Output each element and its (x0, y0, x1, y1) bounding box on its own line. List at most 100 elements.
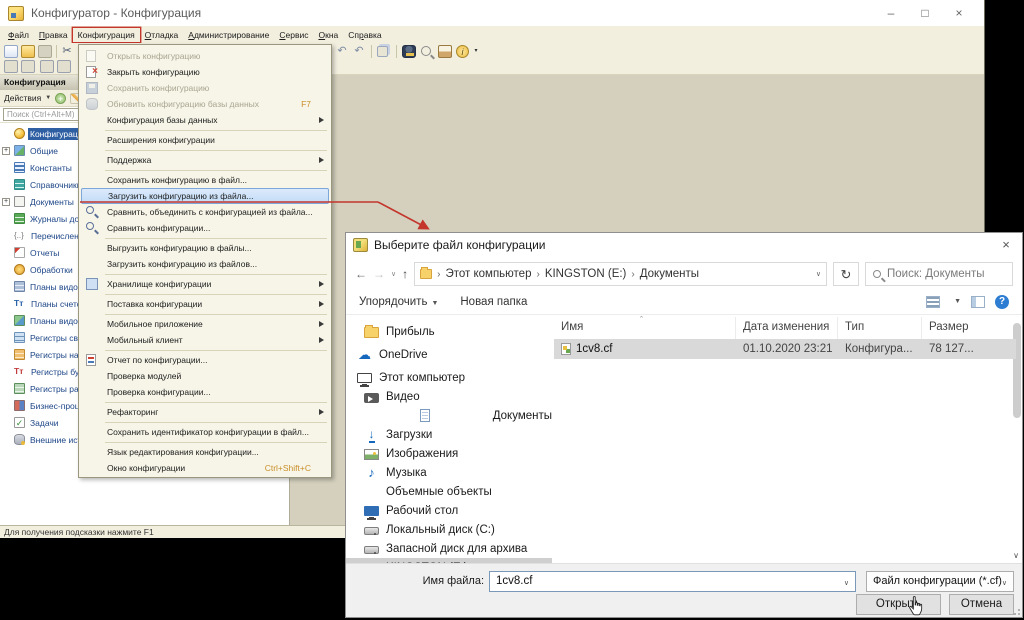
info-icon[interactable]: i (456, 45, 469, 58)
menu-item-compare-merge-with-file[interactable]: Сравнить, объединить с конфигурацией из … (79, 204, 331, 220)
minimize-icon[interactable]: – (874, 0, 908, 26)
new-document-icon[interactable] (4, 45, 18, 58)
undo-icon[interactable]: ↶ (335, 45, 349, 58)
help-book-icon[interactable] (438, 45, 452, 58)
menu-item-configuration-delivery[interactable]: Поставка конфигурации (79, 296, 331, 312)
menubar-item-file[interactable]: Файл (3, 28, 34, 42)
resize-grip[interactable] (1012, 607, 1020, 615)
nav-item-pribyl[interactable]: Прибыль (346, 322, 552, 341)
help-icon[interactable]: ? (995, 295, 1009, 309)
actions-dropdown-icon[interactable]: ▼ (45, 95, 51, 101)
menu-item-check-modules[interactable]: Проверка модулей (79, 368, 331, 384)
nav-item-desktop[interactable]: Рабочий стол (346, 501, 552, 520)
menubar-item-help[interactable]: Справка (343, 28, 386, 42)
filetype-select[interactable]: Файл конфигурации (*.cf) ∨ (866, 571, 1014, 592)
menu-item-mobile-application[interactable]: Мобильное приложение (79, 316, 331, 332)
nav-item-onedrive[interactable]: ☁OneDrive (346, 345, 552, 364)
column-header-name[interactable]: Имя (554, 317, 736, 339)
dialog-close-icon[interactable]: × (990, 233, 1022, 257)
menu-item-compare-configurations[interactable]: Сравнить конфигурации... (79, 220, 331, 236)
nav-item-3d-objects[interactable]: Объемные объекты (346, 482, 552, 501)
nav-item-videos[interactable]: Видео (346, 387, 552, 406)
recent-locations-icon[interactable]: ∨ (391, 270, 396, 278)
view-list-icon[interactable] (926, 296, 940, 308)
nav-item-local-disk-c[interactable]: Локальный диск (C:) (346, 520, 552, 539)
add-icon[interactable]: + (55, 93, 66, 104)
open-icon[interactable] (21, 45, 35, 58)
nav-item-this-pc[interactable]: Этот компьютер (346, 368, 552, 387)
database-table-icon[interactable] (40, 60, 54, 73)
expand-icon[interactable]: + (2, 147, 10, 155)
view-dropdown-icon[interactable]: ▼ (954, 298, 961, 305)
copy-windows-icon[interactable] (377, 46, 388, 57)
new-folder-button[interactable]: Новая папка (460, 296, 527, 308)
breadcrumb-documents[interactable]: Документы (640, 268, 699, 280)
menu-item-update-db-configuration[interactable]: Обновить конфигурацию базы данныхF7 (79, 96, 331, 112)
menu-item-db-configuration[interactable]: Конфигурация базы данных (79, 112, 331, 128)
breadcrumb-this-pc[interactable]: Этот компьютер (445, 268, 531, 280)
menubar-item-configuration[interactable]: Конфигурация (73, 28, 140, 42)
menu-item-configuration-editing-language[interactable]: Язык редактирования конфигурации... (79, 444, 331, 460)
expand-icon[interactable]: + (2, 198, 10, 206)
column-header-size[interactable]: Размер (922, 317, 988, 339)
search-box[interactable]: Поиск: Документы (865, 262, 1013, 286)
search-help-icon[interactable] (421, 46, 431, 56)
menu-item-support[interactable]: Поддержка (79, 152, 331, 168)
combo-dropdown-icon[interactable]: ∨ (1002, 579, 1007, 587)
menu-item-mobile-client[interactable]: Мобильный клиент (79, 332, 331, 348)
table-icon[interactable] (4, 60, 18, 73)
nav-item-downloads[interactable]: ↓Загрузки (346, 425, 552, 444)
open-button[interactable]: Открыть (856, 594, 941, 615)
nav-item-documents[interactable]: Документы (346, 406, 552, 425)
column-header-type[interactable]: Тип (838, 317, 922, 339)
reports-icon (14, 247, 25, 258)
menu-item-save-configuration[interactable]: Сохранить конфигурацию (79, 80, 331, 96)
actions-button[interactable]: Действия (4, 93, 41, 103)
menubar-item-windows[interactable]: Окна (313, 28, 343, 42)
forward-icon[interactable]: → (373, 267, 385, 281)
preview-pane-icon[interactable] (971, 296, 985, 308)
nav-item-backup-disk[interactable]: Запасной диск для архива (346, 539, 552, 558)
menu-item-open-configuration[interactable]: Открыть конфигурацию (79, 48, 331, 64)
menubar-item-service[interactable]: Сервис (274, 28, 313, 42)
breadcrumb-kingston[interactable]: KINGSTON (E:) (545, 268, 627, 280)
syntax-assistant-icon[interactable] (402, 45, 416, 58)
file-row-1cv8cf[interactable]: 1cv8.cf 01.10.2020 23:21 Конфигура... 78… (554, 339, 1016, 359)
maximize-icon[interactable]: □ (908, 0, 942, 26)
file-list: ˆ Имя Дата изменения Тип Размер 1cv8.cf … (554, 317, 1021, 563)
cut-icon[interactable]: ✂ (60, 45, 74, 58)
back-icon[interactable]: ← (355, 267, 367, 281)
organize-button[interactable]: Упорядочить▼ (359, 296, 438, 308)
menubar-item-debug[interactable]: Отладка (140, 28, 184, 42)
menu-item-save-configuration-id-to-file[interactable]: Сохранить идентификатор конфигурации в ф… (79, 424, 331, 440)
window-table-icon[interactable] (57, 60, 71, 73)
table-edit-icon[interactable] (21, 60, 35, 73)
up-icon[interactable]: ↑ (402, 267, 408, 281)
menu-item-refactoring[interactable]: Рефакторинг (79, 404, 331, 420)
redo-icon[interactable]: ↶ (352, 45, 366, 58)
close-icon[interactable]: × (942, 0, 976, 26)
menu-item-configuration-window[interactable]: Окно конфигурацииCtrl+Shift+C (79, 460, 331, 476)
menu-item-load-configuration-from-files[interactable]: Загрузить конфигурацию из файлов... (79, 256, 331, 272)
save-icon[interactable] (38, 45, 52, 58)
refresh-icon[interactable]: ↻ (833, 262, 859, 286)
nav-item-pictures[interactable]: Изображения (346, 444, 552, 463)
toolbar-overflow-icon[interactable]: ▾ (472, 45, 480, 58)
menu-item-configuration-repository[interactable]: Хранилище конфигурации (79, 276, 331, 292)
menu-item-check-configuration[interactable]: Проверка конфигурации... (79, 384, 331, 400)
menu-item-dump-configuration-to-files[interactable]: Выгрузить конфигурацию в файлы... (79, 240, 331, 256)
menu-item-configuration-extensions[interactable]: Расширения конфигурации (79, 132, 331, 148)
menubar-item-edit[interactable]: Правка (34, 28, 73, 42)
menu-item-configuration-report[interactable]: Отчет по конфигурации... (79, 352, 331, 368)
nav-item-music[interactable]: ♪Музыка (346, 463, 552, 482)
menu-item-load-configuration-from-file[interactable]: Загрузить конфигурацию из файла... (81, 188, 329, 204)
breadcrumb[interactable]: › Этот компьютер › KINGSTON (E:) › Докум… (414, 262, 827, 286)
combo-dropdown-icon[interactable]: ∨ (844, 579, 849, 587)
menu-item-save-configuration-to-file[interactable]: Сохранить конфигурацию в файл... (79, 172, 331, 188)
filename-input[interactable]: 1cv8.cf ∨ (489, 571, 856, 592)
cancel-button[interactable]: Отмена (949, 594, 1014, 615)
menubar-item-administration[interactable]: Администрирование (183, 28, 274, 42)
column-header-date[interactable]: Дата изменения (736, 317, 838, 339)
menu-item-close-configuration[interactable]: Закрыть конфигурацию (79, 64, 331, 80)
breadcrumb-dropdown-icon[interactable]: ∨ (816, 270, 821, 278)
